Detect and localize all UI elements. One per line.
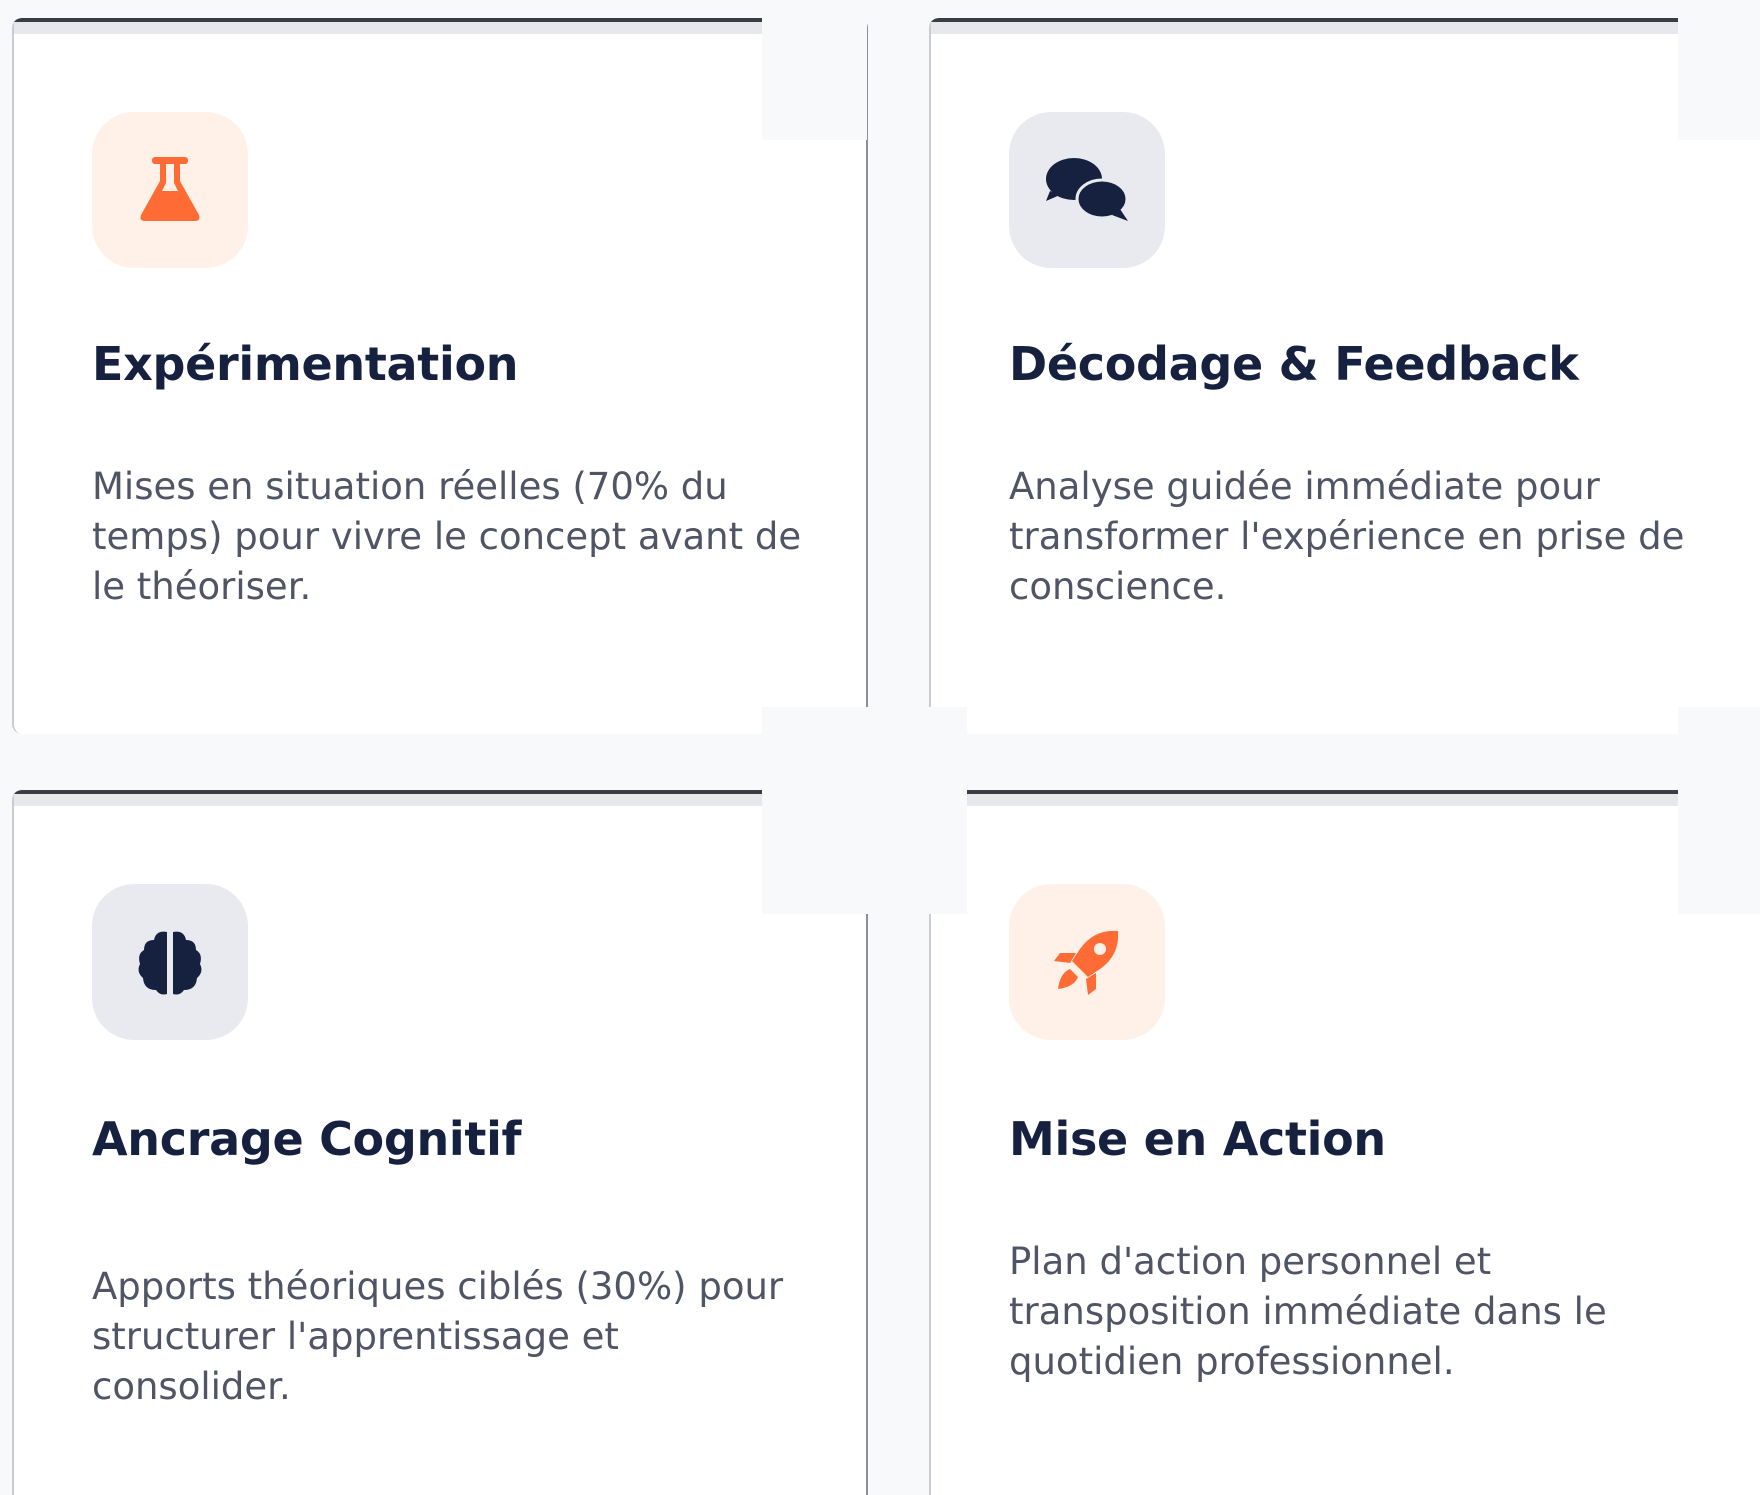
- card-title: Expérimentation: [92, 337, 519, 391]
- chat-icon-box: [1009, 112, 1165, 268]
- card-title: Décodage & Feedback: [1009, 337, 1579, 391]
- card-title: Mise en Action: [1009, 1112, 1386, 1166]
- feature-card-mise-en-action: Mise en Action Plan d'action personnel e…: [929, 790, 1760, 1495]
- feature-card-experimentation: Expérimentation Mises en situation réell…: [12, 18, 868, 734]
- rocket-icon-box: [1009, 884, 1165, 1040]
- background-patch: [762, 0, 867, 140]
- feature-card-decodage-feedback: Décodage & Feedback Analyse guidée imméd…: [929, 18, 1760, 734]
- brain-icon: [136, 928, 204, 996]
- chat-bubbles-icon: [1044, 155, 1130, 225]
- brain-icon-box: [92, 884, 248, 1040]
- feature-grid: Expérimentation Mises en situation réell…: [0, 0, 1760, 1495]
- card-description: Apports théoriques ciblés (30%) pour str…: [92, 1265, 784, 1408]
- card-description: Mises en situation réelles (70% du temps…: [92, 465, 802, 608]
- feature-card-ancrage-cognitif: Ancrage Cognitif Apports théoriques cibl…: [12, 790, 868, 1495]
- background-patch: [1678, 0, 1760, 140]
- flask-icon: [138, 155, 202, 225]
- card-description: Plan d'action personnel et transposition…: [1009, 1240, 1607, 1383]
- rocket-icon: [1052, 927, 1122, 997]
- flask-icon-box: [92, 112, 248, 268]
- card-title: Ancrage Cognitif: [92, 1112, 522, 1166]
- card-description: Analyse guidée immédiate pour transforme…: [1009, 465, 1685, 608]
- background-patch: [0, 734, 1760, 790]
